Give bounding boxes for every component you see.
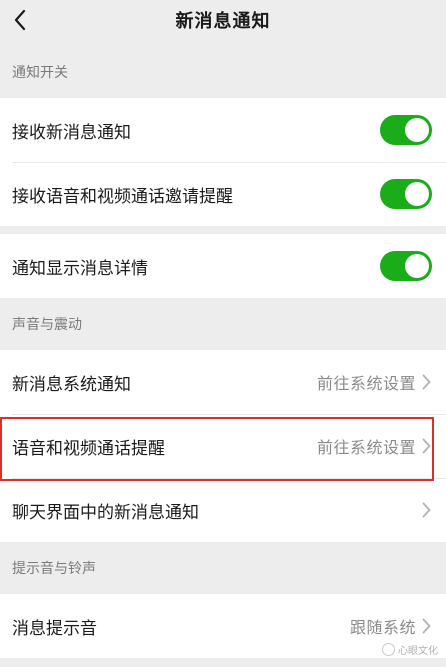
row-receive-call-invite[interactable]: 接收语音和视频通话邀请提醒 <box>0 162 446 226</box>
row-chat-new-message-notification[interactable]: 聊天界面中的新消息通知 <box>0 478 446 542</box>
toggle-knob <box>405 182 429 206</box>
group-notification-detail: 通知显示消息详情 <box>0 234 446 298</box>
watermark-text: 心眼文化 <box>398 646 438 657</box>
group-sound-vibration: 新消息系统通知 前往系统设置 语音和视频通话提醒 前往系统设置 聊天界面中的新消… <box>0 350 446 542</box>
group-notification-switch: 接收新消息通知 接收语音和视频通话邀请提醒 <box>0 98 446 226</box>
row-label: 接收新消息通知 <box>12 122 131 143</box>
row-label: 通知显示消息详情 <box>12 258 148 279</box>
receive-new-message-toggle[interactable] <box>380 115 432 145</box>
chevron-right-icon <box>422 437 434 455</box>
row-label: 聊天界面中的新消息通知 <box>12 502 199 523</box>
row-receive-new-message[interactable]: 接收新消息通知 <box>0 98 446 162</box>
nav-bar: 新消息通知 <box>0 0 446 46</box>
chevron-right-icon <box>422 373 434 391</box>
row-label: 新消息系统通知 <box>12 374 131 395</box>
group-tone-ringtone: 消息提示音 跟随系统 <box>0 594 446 658</box>
chevron-right-icon <box>422 501 434 519</box>
toggle-knob <box>405 118 429 142</box>
row-show-message-detail[interactable]: 通知显示消息详情 <box>0 234 446 298</box>
row-new-message-system-notification[interactable]: 新消息系统通知 前往系统设置 <box>0 350 446 414</box>
watermark-logo-icon <box>382 643 395 656</box>
group-spacer <box>0 226 446 234</box>
row-label: 语音和视频通话提醒 <box>12 438 165 459</box>
section-header-sound-vibration: 声音与震动 <box>12 317 82 333</box>
section-header-notification-switch: 通知开关 <box>12 65 68 81</box>
show-message-detail-toggle[interactable] <box>380 251 432 281</box>
chevron-right-icon <box>422 617 434 635</box>
row-message-tone[interactable]: 消息提示音 跟随系统 <box>0 594 446 658</box>
row-label: 消息提示音 <box>12 618 97 639</box>
row-call-reminder[interactable]: 语音和视频通话提醒 前往系统设置 <box>0 414 446 478</box>
section-header-tone-ringtone: 提示音与铃声 <box>12 561 96 577</box>
row-value: 跟随系统 <box>349 618 416 637</box>
receive-call-invite-toggle[interactable] <box>380 179 432 209</box>
watermark: 心眼文化 <box>382 642 438 657</box>
row-label: 接收语音和视频通话邀请提醒 <box>12 186 233 207</box>
row-value: 前往系统设置 <box>316 438 416 457</box>
toggle-knob <box>405 254 429 278</box>
row-value: 前往系统设置 <box>316 374 416 393</box>
page-title: 新消息通知 <box>175 11 271 32</box>
